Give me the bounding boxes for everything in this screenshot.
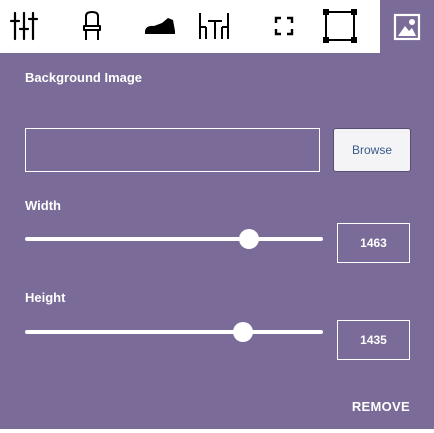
width-slider[interactable]	[25, 227, 323, 251]
bottom-divider	[0, 429, 434, 433]
width-label: Width	[25, 198, 61, 213]
height-slider-track	[25, 330, 323, 334]
shoe-icon[interactable]	[140, 6, 180, 46]
width-value[interactable]: 1463	[337, 223, 410, 263]
frame-icon[interactable]	[320, 6, 360, 46]
expand-icon[interactable]	[264, 6, 304, 46]
height-label: Height	[25, 290, 66, 305]
toolbar	[0, 0, 434, 53]
tools-icon[interactable]	[4, 6, 44, 46]
remove-button[interactable]: REMOVE	[330, 396, 410, 416]
image-icon[interactable]	[380, 0, 434, 53]
chair-icon[interactable]	[72, 6, 112, 46]
browse-button[interactable]: Browse	[333, 128, 411, 172]
height-value[interactable]: 1435	[337, 320, 410, 360]
table-chairs-icon[interactable]	[194, 6, 234, 46]
background-image-title: Background Image	[25, 70, 143, 85]
width-slider-thumb[interactable]	[238, 229, 259, 249]
width-slider-track	[25, 237, 323, 241]
background-image-path-input[interactable]	[25, 128, 320, 172]
height-slider[interactable]	[25, 320, 323, 344]
height-slider-thumb[interactable]	[232, 322, 253, 342]
